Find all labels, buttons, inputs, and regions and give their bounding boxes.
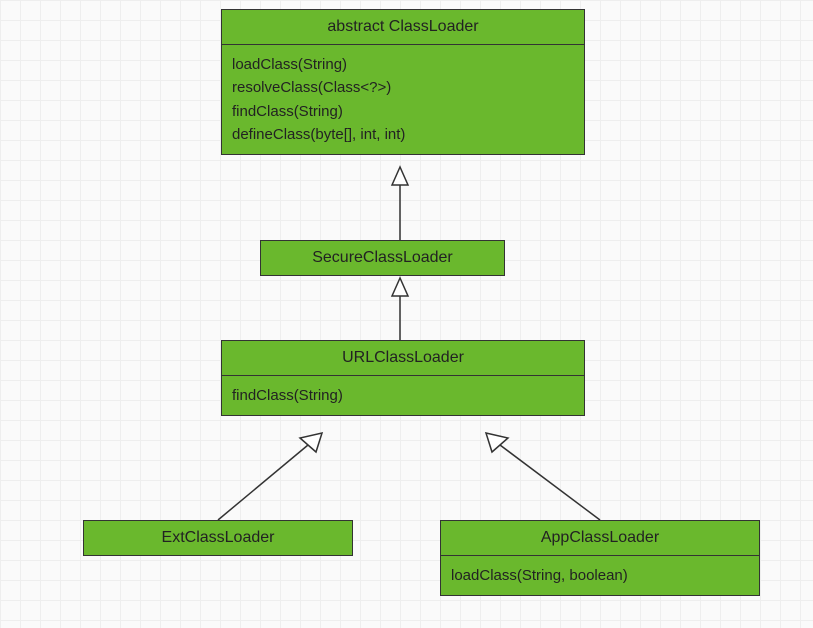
method-row: defineClass(byte[], int, int) [232, 123, 574, 146]
class-box-appclassloader: AppClassLoader loadClass(String, boolean… [440, 520, 760, 596]
method-row: findClass(String) [232, 100, 574, 123]
class-title: AppClassLoader [441, 521, 759, 556]
method-row: resolveClass(Class<?>) [232, 76, 574, 99]
inheritance-arrow [218, 433, 322, 520]
class-box-extclassloader: ExtClassLoader [83, 520, 353, 556]
inheritance-arrow [486, 433, 600, 520]
method-row: findClass(String) [232, 384, 574, 407]
inheritance-arrow [392, 167, 408, 240]
class-box-classloader: abstract ClassLoader loadClass(String) r… [221, 9, 585, 155]
class-title: ExtClassLoader [84, 521, 352, 555]
class-box-secureclassloader: SecureClassLoader [260, 240, 505, 276]
class-title: SecureClassLoader [261, 241, 504, 275]
method-row: loadClass(String, boolean) [451, 564, 749, 587]
class-box-urlclassloader: URLClassLoader findClass(String) [221, 340, 585, 416]
class-title: abstract ClassLoader [222, 10, 584, 45]
class-title: URLClassLoader [222, 341, 584, 376]
class-methods: loadClass(String, boolean) [441, 556, 759, 595]
inheritance-arrow [392, 278, 408, 340]
method-row: loadClass(String) [232, 53, 574, 76]
class-methods: findClass(String) [222, 376, 584, 415]
class-methods: loadClass(String) resolveClass(Class<?>)… [222, 45, 584, 154]
